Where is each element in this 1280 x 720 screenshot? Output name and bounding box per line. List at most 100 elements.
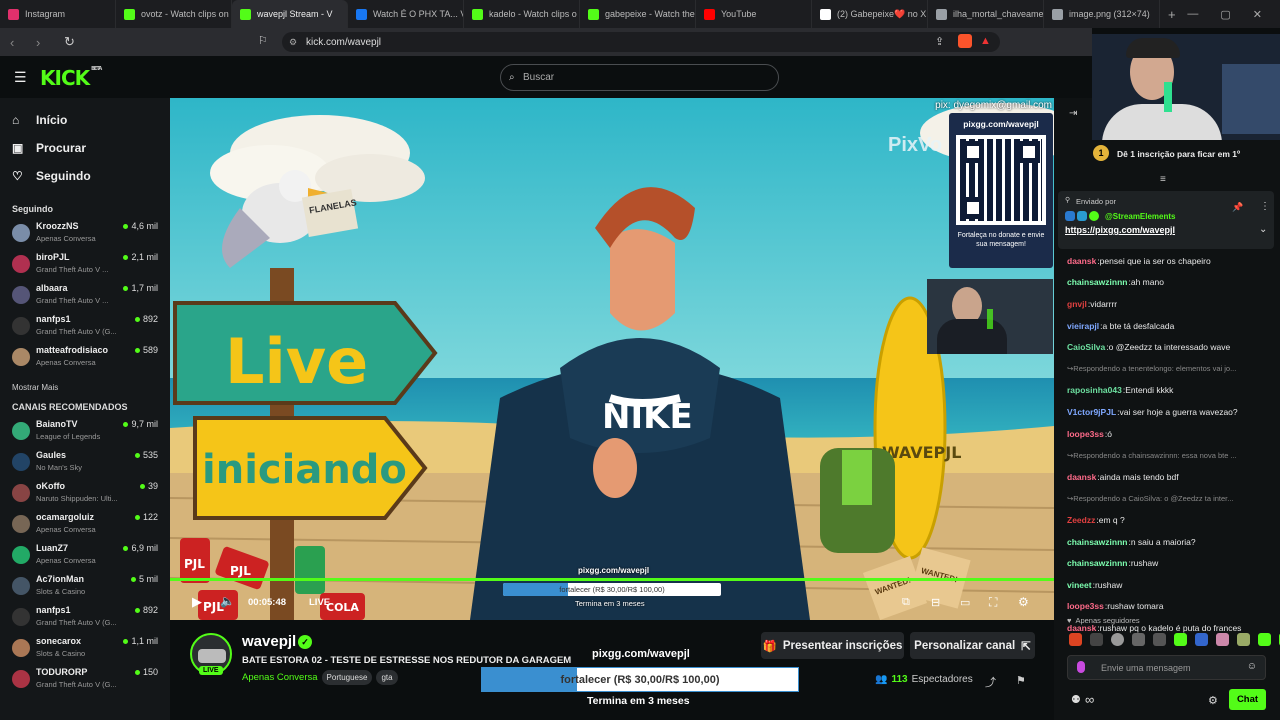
chat-message[interactable]: daansk: pensei que ia ser os chapeiro (1054, 250, 1280, 272)
emote-7[interactable] (1195, 633, 1208, 646)
sidebar-channel[interactable]: TODURORP Grand Theft Auto V (G... 150 (12, 666, 170, 697)
sidebar-channel[interactable]: nanfps1 Grand Theft Auto V (G... 892 (12, 313, 170, 344)
more-options-icon[interactable]: ⋮ (1260, 201, 1270, 212)
chat-message[interactable]: daansk: ainda mais tendo bdf (1054, 466, 1280, 488)
settings-icon[interactable]: ⚙ (1018, 595, 1029, 609)
emote-4[interactable] (1132, 633, 1145, 646)
customize-channel-button[interactable]: Personalizar canal ⇱ (910, 632, 1035, 659)
chat-username[interactable]: Zeedzz (1067, 515, 1095, 525)
pin-icon[interactable]: 📌 (1232, 202, 1243, 213)
tag-gta[interactable]: gta (376, 670, 398, 685)
chat-username[interactable]: chainsawzinnn (1067, 558, 1127, 568)
menu-icon[interactable]: ☰ (14, 69, 27, 86)
sidebar-channel[interactable]: BaianoTV League of Legends 9,7 mil (12, 418, 170, 449)
chat-message[interactable]: vineet: rushaw (1054, 574, 1280, 596)
chat-message[interactable]: V1ctor9jPJL: vai ser hoje a guerra wavez… (1054, 401, 1280, 423)
show-more-link[interactable]: Mostrar Mais (12, 383, 170, 392)
browser-tab[interactable]: Watch É O PHX TA... Vi (348, 0, 464, 28)
browser-tab[interactable]: wavepjl Stream - V (232, 0, 348, 28)
miniplayer-icon[interactable]: ⊟ (931, 596, 940, 609)
browser-tab[interactable]: gabepeixe - Watch the (580, 0, 696, 28)
gift-subs-button[interactable]: 🎁 Presentear inscrições (761, 632, 904, 659)
category-link[interactable]: Apenas Conversa (242, 672, 318, 683)
browser-tab[interactable]: YouTube (696, 0, 812, 28)
chat-message[interactable]: loope3ss: rushaw tomara (1054, 596, 1280, 618)
fullscreen-icon[interactable]: ⛶ (989, 595, 997, 610)
sidebar-channel[interactable]: nanfps1 Grand Theft Auto V (G... 892 (12, 604, 170, 635)
browser-tab[interactable]: ovotz - Watch clips on (116, 0, 232, 28)
close-icon[interactable]: ✕ (1253, 8, 1262, 21)
emote-5[interactable] (1153, 633, 1166, 646)
chat-message[interactable]: raposinha043: Entendi kkkk (1054, 380, 1280, 402)
expand-pinned-icon[interactable]: ⌄ (1259, 224, 1267, 235)
chat-message[interactable]: gnvjl: vidarrrr (1054, 293, 1280, 315)
emote-9[interactable] (1237, 633, 1250, 646)
brave-shield-icon[interactable] (958, 34, 972, 48)
play-icon[interactable]: ▶ (192, 594, 202, 610)
chat-settings-icon[interactable]: ⚙ (1208, 694, 1218, 707)
sidebar-channel[interactable]: KroozzNS Apenas Conversa 4,6 mil (12, 220, 170, 251)
chat-message[interactable]: loope3ss: ó (1054, 423, 1280, 445)
sub-prompt[interactable]: Dê 1 inscrição para ficar em 1º (1117, 149, 1240, 159)
new-tab-icon[interactable]: + (1168, 7, 1176, 22)
pinned-user[interactable]: @StreamElements (1105, 212, 1176, 221)
maximize-icon[interactable]: ▢ (1220, 8, 1230, 21)
chat-username[interactable]: daansk (1067, 472, 1096, 482)
points-icon[interactable]: ⚉ (1071, 693, 1081, 706)
sidebar-channel[interactable]: matteafrodisiaco Apenas Conversa 589 (12, 344, 170, 375)
emote-3[interactable] (1111, 633, 1124, 646)
chat-message[interactable]: CaioSilva: o @Zeedzz ta interessado wave (1054, 336, 1280, 358)
browser-tab[interactable]: (2) Gabepeixe❤️ no X (812, 0, 928, 28)
share-icon[interactable]: ⇪ (935, 35, 944, 48)
sidebar-channel[interactable]: Gaules No Man's Sky 535 (12, 449, 170, 480)
chat-username[interactable]: vieirapjl (1067, 321, 1099, 331)
chat-username[interactable]: CaioSilva (1067, 342, 1105, 352)
nav-item-heart[interactable]: ♡ Seguindo (12, 162, 170, 190)
chat-username[interactable]: loope3ss (1067, 429, 1104, 439)
forward-icon[interactable]: › (36, 35, 50, 50)
chat-reply-context[interactable]: ↪ Respondendo a CaioSilva: o @Zeedzz ta … (1054, 488, 1280, 510)
sidebar-channel[interactable]: albaara Grand Theft Auto V ... 1,7 mil (12, 282, 170, 313)
sidebar-channel[interactable]: oKoffo Naruto Shippuden: Ulti... 39 (12, 480, 170, 511)
clip-icon[interactable]: ⧉ (902, 596, 910, 609)
minimize-icon[interactable]: — (1187, 8, 1198, 21)
kick-logo[interactable]: KICK BETA (40, 66, 102, 90)
pinned-link[interactable]: https://pixgg.com/wavepjl (1065, 225, 1175, 235)
chat-message[interactable]: chainsawzinnn: rushaw (1054, 552, 1280, 574)
chat-reply-context[interactable]: ↪ Respondendo a chainsawzinnn: essa nova… (1054, 444, 1280, 466)
mic-icon[interactable] (1077, 661, 1085, 673)
search-input[interactable]: ⌕ Buscar (500, 64, 779, 91)
infinity-icon[interactable]: ∞ (1085, 692, 1094, 707)
chat-message[interactable]: chainsawzinnn: n saiu a maioria? (1054, 531, 1280, 553)
browser-tab[interactable]: image.png (312×74) (1044, 0, 1160, 28)
reload-icon[interactable]: ↻ (64, 34, 78, 50)
chat-input[interactable]: Envie uma mensagem ☺ (1067, 655, 1266, 680)
emote-1[interactable] (1069, 633, 1082, 646)
emoji-icon[interactable]: ☺ (1247, 661, 1257, 672)
sidebar-channel[interactable]: sonecarox Slots & Casino 1,1 mil (12, 635, 170, 666)
chat-reply-context[interactable]: ↪ Respondendo a tenentelongo: elementos … (1054, 358, 1280, 380)
emote-2[interactable] (1090, 633, 1103, 646)
progress-track[interactable] (170, 578, 1054, 581)
chat-message[interactable]: chainsawzinnn: ah mano (1054, 272, 1280, 294)
back-icon[interactable]: ‹ (10, 35, 24, 50)
expand-leaderboard-icon[interactable]: ≡ (1160, 174, 1166, 185)
chat-message[interactable]: Zeedzz: em q ? (1054, 509, 1280, 531)
theater-mode-icon[interactable]: ▭ (960, 596, 970, 609)
site-info-icon[interactable]: ⚙ (289, 37, 297, 48)
bookmark-icon[interactable]: ⚐ (258, 34, 268, 47)
emote-6[interactable] (1174, 633, 1187, 646)
nav-item-browse[interactable]: ▣ Procurar (12, 134, 170, 162)
share-stream-icon[interactable]: ⤴ (985, 674, 996, 690)
tag-portuguese[interactable]: Portuguese (321, 670, 373, 685)
chat-username[interactable]: chainsawzinnn (1067, 537, 1127, 547)
sidebar-channel[interactable]: Ac7ionMan Slots & Casino 5 mil (12, 573, 170, 604)
browser-tab[interactable]: ilha_mortal_chaveame (928, 0, 1044, 28)
volume-icon[interactable]: 🔈 (220, 594, 235, 608)
emote-10[interactable] (1258, 633, 1271, 646)
chat-message[interactable]: vieirapjl: a bte tá desfalcada (1054, 315, 1280, 337)
chat-send-button[interactable]: Chat (1229, 689, 1266, 710)
chat-username[interactable]: V1ctor9jPJL (1067, 407, 1116, 417)
sidebar-channel[interactable]: LuanZ7 Apenas Conversa 6,9 mil (12, 542, 170, 573)
chat-username[interactable]: chainsawzinnn (1067, 277, 1127, 287)
